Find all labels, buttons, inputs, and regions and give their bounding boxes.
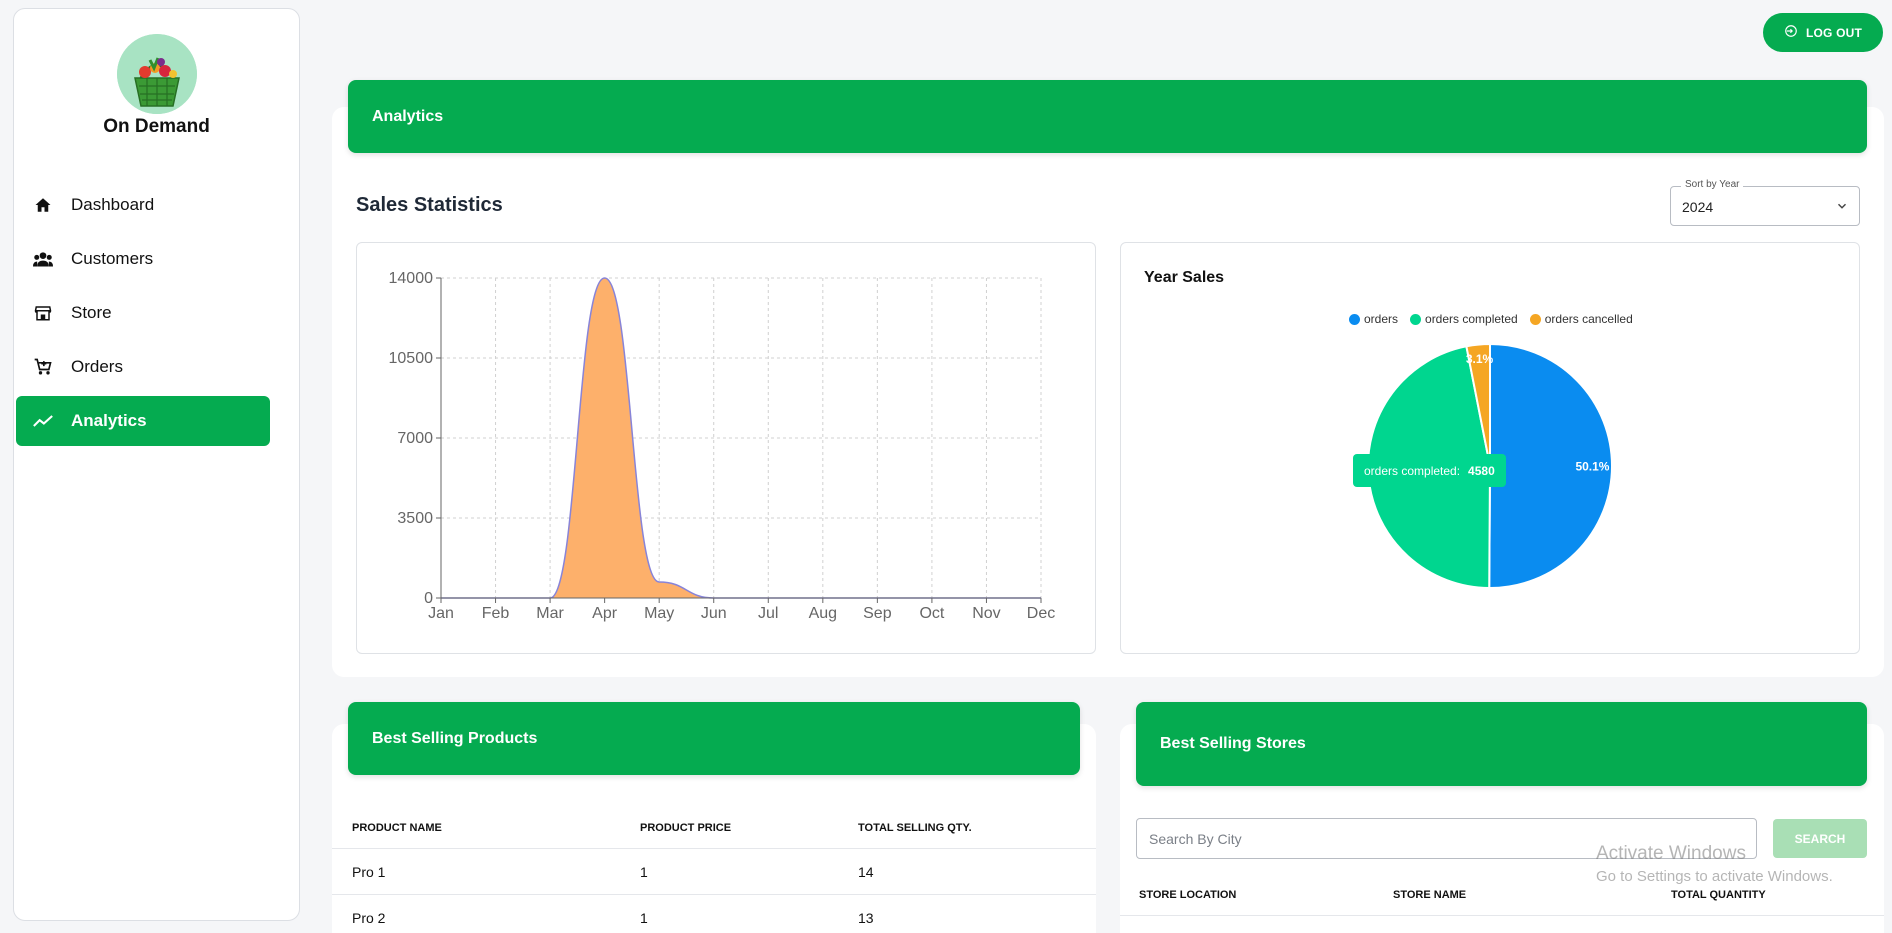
total-qty-cell: 13 bbox=[858, 910, 874, 926]
pie-slice-label: 50.1% bbox=[1575, 459, 1609, 473]
sidebar-item-dashboard[interactable]: Dashboard bbox=[16, 180, 270, 230]
column-header-product-name: PRODUCT NAME bbox=[352, 822, 442, 834]
product-name-cell: Pro 2 bbox=[352, 910, 386, 926]
legend-label: orders cancelled bbox=[1544, 312, 1633, 326]
legend-item-orders-cancelled[interactable]: orders cancelled bbox=[1529, 312, 1633, 326]
analytics-banner: Analytics bbox=[348, 80, 1867, 153]
legend-dot bbox=[1410, 313, 1422, 325]
chart-grid bbox=[440, 277, 1042, 599]
legend-dot bbox=[1529, 313, 1541, 325]
activate-windows-watermark: Activate Windows bbox=[1596, 843, 1746, 864]
sales-statistics-title: Sales Statistics bbox=[356, 194, 503, 216]
store-icon bbox=[33, 303, 53, 323]
best-products-title: Best Selling Products bbox=[372, 729, 538, 747]
logout-icon bbox=[1784, 24, 1798, 41]
x-tick-label: Oct bbox=[919, 605, 944, 622]
x-tick-label: May bbox=[644, 605, 674, 622]
x-tick-label: Apr bbox=[592, 605, 618, 622]
legend-item-orders-completed[interactable]: orders completed bbox=[1410, 312, 1518, 326]
brand-name: On Demand bbox=[103, 116, 210, 137]
analytics-banner-title: Analytics bbox=[372, 107, 444, 125]
legend-dot bbox=[1349, 313, 1360, 325]
search-button[interactable]: SEARCH bbox=[1773, 819, 1867, 858]
column-header-total-selling-qty: TOTAL SELLING QTY. bbox=[858, 822, 972, 834]
activate-windows-subtext: Go to Settings to activate Windows. bbox=[1596, 868, 1833, 885]
table-divider bbox=[1120, 915, 1884, 916]
product-price-cell: 1 bbox=[640, 864, 648, 880]
table-divider bbox=[332, 894, 1096, 895]
column-header-store-name: STORE NAME bbox=[1393, 889, 1467, 901]
trend-icon bbox=[33, 411, 53, 431]
tooltip-value: 4580 bbox=[1468, 463, 1495, 478]
column-header-product-price: PRODUCT PRICE bbox=[640, 822, 732, 834]
home-icon bbox=[33, 195, 53, 215]
sidebar-item-customers[interactable]: Customers bbox=[16, 234, 270, 284]
total-qty-cell: 14 bbox=[858, 864, 874, 880]
pie-tooltip: orders completed: 4580 bbox=[1353, 454, 1506, 487]
users-icon bbox=[33, 249, 53, 269]
x-tick-label: Feb bbox=[482, 605, 510, 622]
sidebar-item-label: Customers bbox=[71, 249, 154, 268]
sort-by-year-value: 2024 bbox=[1682, 199, 1714, 215]
sidebar-item-label: Analytics bbox=[71, 411, 147, 430]
logout-button[interactable]: LOG OUT bbox=[1763, 13, 1883, 52]
x-tick-label: Sep bbox=[863, 605, 892, 622]
legend-item-orders[interactable]: orders bbox=[1349, 312, 1398, 326]
x-tick-label: Nov bbox=[972, 605, 1000, 622]
x-tick-label: Jul bbox=[758, 605, 778, 622]
x-tick-label: Mar bbox=[536, 605, 564, 622]
sidebar-item-analytics[interactable]: Analytics bbox=[16, 396, 270, 446]
column-header-store-location: STORE LOCATION bbox=[1139, 889, 1237, 901]
pie-slice-label: 3.1% bbox=[1466, 352, 1494, 366]
best-products-banner: Best Selling Products bbox=[348, 702, 1080, 775]
sidebar-item-label: Store bbox=[71, 303, 112, 322]
x-tick-label: Dec bbox=[1027, 605, 1055, 622]
sort-by-year-legend: Sort by Year bbox=[1681, 179, 1744, 190]
best-stores-title: Best Selling Stores bbox=[1160, 735, 1306, 752]
brand-logo bbox=[117, 34, 197, 114]
y-tick-label: 14000 bbox=[389, 270, 434, 287]
x-tick-label: Jan bbox=[428, 605, 454, 622]
tooltip-label: orders completed: bbox=[1364, 463, 1461, 478]
sort-by-year-select[interactable]: Sort by Year 2024 bbox=[1670, 179, 1860, 226]
y-tick-label: 7000 bbox=[397, 430, 433, 447]
sidebar-item-label: Orders bbox=[71, 357, 123, 376]
sales-area-chart: 0350070001050014000Jan Feb Mar Apr May Jun Jul… bbox=[389, 270, 1056, 622]
y-tick-label: 3500 bbox=[397, 510, 433, 527]
x-tick-label: Jun bbox=[701, 605, 727, 622]
chevron-down-icon bbox=[1835, 199, 1849, 218]
sidebar: On Demand bbox=[13, 8, 300, 921]
pie-legend: orders orders completed orders cancelled bbox=[1349, 312, 1633, 326]
cart-icon bbox=[33, 357, 53, 377]
logout-label: LOG OUT bbox=[1805, 25, 1863, 40]
product-price-cell: 1 bbox=[640, 910, 648, 926]
sidebar-item-store[interactable]: Store bbox=[16, 288, 270, 338]
column-header-total-quantity: TOTAL QUANTITY bbox=[1671, 889, 1766, 901]
y-tick-label: 10500 bbox=[389, 350, 434, 367]
x-tick-label: Aug bbox=[809, 605, 837, 622]
sidebar-item-label: Dashboard bbox=[71, 195, 155, 214]
legend-label: orders bbox=[1364, 312, 1399, 326]
legend-label: orders completed bbox=[1425, 312, 1518, 326]
best-stores-banner: Best Selling Stores bbox=[1136, 702, 1867, 786]
sidebar-item-orders[interactable]: Orders bbox=[16, 342, 270, 392]
year-sales-title: Year Sales bbox=[1144, 269, 1225, 286]
product-name-cell: Pro 1 bbox=[352, 864, 386, 880]
table-divider bbox=[332, 848, 1096, 849]
